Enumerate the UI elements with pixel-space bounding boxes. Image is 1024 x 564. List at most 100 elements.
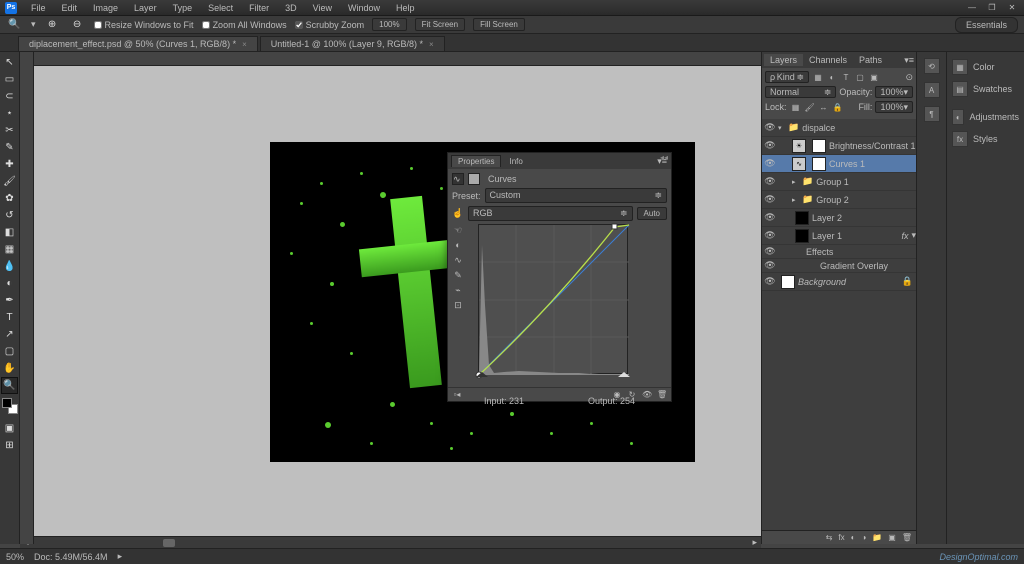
auto-button[interactable]: Auto [637,207,667,220]
character-icon[interactable]: A [924,82,940,98]
panel-collapse-icon[interactable]: ◂◂ [657,153,671,162]
scrollbar-horizontal[interactable]: ◂▸ [20,536,761,548]
fill-input[interactable]: 100%▾ [875,101,913,113]
history-brush-tool[interactable]: ↺ [1,207,18,224]
shape-tool[interactable]: ▢ [1,343,18,360]
resize-windows-check[interactable]: Resize Windows to Fit [94,20,194,30]
clip-icon[interactable]: ⊡ [452,299,464,311]
menu-view[interactable]: View [307,2,338,14]
maximize-button[interactable]: ❐ [982,2,1002,14]
layer-2[interactable]: 👁Layer 2 [762,209,916,227]
color-swatches[interactable] [2,398,18,414]
panel-adjustments[interactable]: ◐Adjustments [949,106,1022,128]
menu-edit[interactable]: Edit [56,2,84,14]
panel-menu-icon[interactable]: ▾≡ [904,55,914,66]
layer-group-dispalce[interactable]: 👁▾📁dispalce [762,119,916,137]
menu-image[interactable]: Image [87,2,124,14]
menu-3d[interactable]: 3D [279,2,303,14]
workspace-selector[interactable]: Essentials [955,17,1018,33]
type-tool[interactable]: T [1,309,18,326]
scrubby-zoom-check[interactable]: Scrubby Zoom [295,20,365,30]
menu-filter[interactable]: Filter [243,2,275,14]
mask-icon[interactable]: ◐ [851,533,856,542]
zoom-tool-icon[interactable]: 🔍 [6,16,23,33]
close-icon[interactable]: × [429,40,434,49]
layer-brightness[interactable]: 👁☀Brightness/Contrast 1 [762,137,916,155]
move-tool[interactable]: ↖ [1,54,18,71]
lock-pos-icon[interactable]: ↔ [818,101,830,113]
screenmode-tool[interactable]: ⊞ [1,437,18,454]
tab-layers[interactable]: Layers [764,54,803,66]
trash-icon[interactable]: 🗑 [902,533,912,542]
wand-tool[interactable]: ⋆ [1,105,18,122]
layer-curves[interactable]: 👁∿Curves 1 [762,155,916,173]
menu-type[interactable]: Type [167,2,199,14]
fill-screen-button[interactable]: Fill Screen [473,18,525,31]
menu-file[interactable]: File [25,2,52,14]
layer-group-1[interactable]: 👁▸📁Group 1 [762,173,916,191]
heal-tool[interactable]: ✚ [1,156,18,173]
hand-tool[interactable]: ✋ [1,360,18,377]
zoom-value[interactable]: 50% [6,552,24,562]
link-icon[interactable]: ⇆ [826,533,833,542]
curve-edit-icon[interactable]: ∿ [452,254,464,266]
quickmask-tool[interactable]: ▣ [1,420,18,437]
panel-swatches[interactable]: ▤Swatches [949,78,1022,100]
layer-effects[interactable]: 👁Effects [762,245,916,259]
clip-layer-icon[interactable]: ▫◂ [452,390,462,400]
close-icon[interactable]: × [242,40,247,49]
preset-select[interactable]: Custom≑ [485,188,667,203]
layer-background[interactable]: 👁Background🔒 [762,273,916,291]
stamp-tool[interactable]: ✿ [1,190,18,207]
layer-group-2[interactable]: 👁▸📁Group 2 [762,191,916,209]
eraser-tool[interactable]: ◧ [1,224,18,241]
zoom-100-button[interactable]: 100% [372,18,406,31]
trash-icon[interactable]: 🗑 [657,390,667,400]
group-icon[interactable]: 📁 [872,533,882,542]
filter-shape-icon[interactable]: ▢ [854,71,866,83]
lock-pixels-icon[interactable]: 🖌 [804,101,816,113]
gradient-tool[interactable]: ▦ [1,241,18,258]
doc-size[interactable]: Doc: 5.49M/56.4M [34,552,108,562]
filter-toggle[interactable]: ⊙ [905,72,913,83]
panel-styles[interactable]: fxStyles [949,128,1022,150]
path-tool[interactable]: ↗ [1,326,18,343]
layer-1[interactable]: 👁Layer 1fx▾ [762,227,916,245]
curves-plot[interactable] [478,224,628,374]
canvas[interactable]: Properties Info ▾≡ ◂◂ ∿Curves Preset:Cus… [20,52,761,544]
pencil-icon[interactable]: ✎ [452,269,464,281]
filter-adj-icon[interactable]: ◐ [826,71,838,83]
tab-channels[interactable]: Channels [803,54,853,66]
finger-tool-icon[interactable]: ☜ [452,224,464,236]
lasso-tool[interactable]: ⊂ [1,88,18,105]
pen-tool[interactable]: ✒ [1,292,18,309]
menu-select[interactable]: Select [202,2,239,14]
visibility-icon[interactable]: 👁 [762,122,778,133]
paragraph-icon[interactable]: ¶ [924,106,940,122]
blur-tool[interactable]: 💧 [1,258,18,275]
fx-icon[interactable]: fx [838,533,844,542]
opacity-input[interactable]: 100%▾ [875,86,913,98]
white-point-icon[interactable]: ◐ [452,239,464,251]
dodge-tool[interactable]: ◐ [1,275,18,292]
smooth-icon[interactable]: ⌁ [452,284,464,296]
history-icon[interactable]: ⟲ [924,58,940,74]
channel-icon[interactable]: ☝ [452,208,464,219]
tab-properties[interactable]: Properties [451,155,501,167]
lock-all-icon[interactable]: 🔒 [832,101,844,113]
layer-gradient-overlay[interactable]: 👁Gradient Overlay [762,259,916,273]
reset-icon[interactable]: ↻ [627,390,637,400]
zoom-in-icon[interactable]: ⊕ [44,16,61,33]
zoom-tool[interactable]: 🔍 [1,377,18,394]
filter-smart-icon[interactable]: ▣ [868,71,880,83]
doc-tab-2[interactable]: Untitled-1 @ 100% (Layer 9, RGB/8) *× [260,36,445,51]
brush-tool[interactable]: 🖌 [1,173,18,190]
menu-window[interactable]: Window [342,2,386,14]
filter-type-icon[interactable]: T [840,71,852,83]
doc-tab-1[interactable]: diplacement_effect.psd @ 50% (Curves 1, … [18,36,258,51]
marquee-tool[interactable]: ▭ [1,71,18,88]
menu-help[interactable]: Help [390,2,421,14]
view-prev-icon[interactable]: ◉ [612,390,622,400]
crop-tool[interactable]: ✂ [1,122,18,139]
toggle-vis-icon[interactable]: 👁 [642,390,652,400]
